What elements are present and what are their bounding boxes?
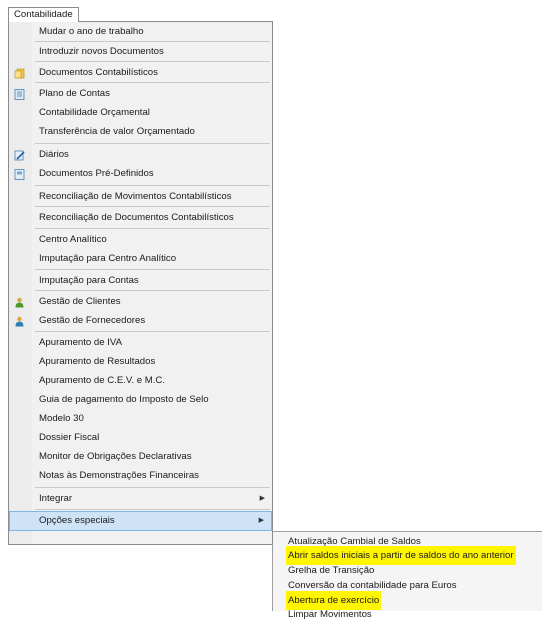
documents-icon <box>14 67 25 79</box>
menu-item-label: Apuramento de C.E.V. e M.C. <box>39 375 166 386</box>
menu-item-label: Apuramento de Resultados <box>39 356 156 367</box>
menu-separator <box>35 206 270 207</box>
menu-item-introduzir-documentos[interactable]: Introduzir novos Documentos <box>9 42 272 61</box>
menu-item-label: Monitor de Obrigações Declarativas <box>39 451 192 462</box>
menu-item-label: Contabilidade Orçamental <box>39 107 150 118</box>
menu-item-label: Mudar o ano de trabalho <box>39 26 144 37</box>
menu-item-reconciliacao-documentos[interactable]: Reconciliação de Documentos Contabilísti… <box>9 208 272 227</box>
menu-separator <box>35 331 270 332</box>
menu-item-plano-contas[interactable]: Plano de Contas <box>9 84 272 103</box>
menu-item-label: Imputação para Contas <box>39 275 139 286</box>
menu-separator <box>35 269 270 270</box>
menu-item-label: Reconciliação de Movimentos Contabilísti… <box>39 191 232 202</box>
menu-item-opcoes-especiais[interactable]: Opções especiais ▶ <box>9 511 272 531</box>
menu-item-label: Imputação para Centro Analítico <box>39 253 177 264</box>
menu-item-documentos-contabilisticos[interactable]: Documentos Contabilísticos <box>9 63 272 82</box>
submenu-item-limpar-movimentos[interactable]: Limpar Movimentos <box>273 605 542 624</box>
menu-separator <box>35 487 270 488</box>
menu-item-label: Apuramento de IVA <box>39 337 123 348</box>
menu-item-label: Gestão de Clientes <box>39 296 121 307</box>
menu-item-dossier-fiscal[interactable]: Dossier Fiscal <box>9 428 272 447</box>
submenu-arrow-icon: ▶ <box>259 495 265 502</box>
menu-separator <box>35 143 270 144</box>
customers-icon <box>14 296 25 308</box>
menu-item-transferencia-orcamentado[interactable]: Transferência de valor Orçamentado <box>9 122 272 141</box>
menu-item-mudar-ano[interactable]: Mudar o ano de trabalho <box>9 22 272 41</box>
submenu-item-label: Limpar Movimentos <box>288 609 372 620</box>
menu-item-imputacao-centro[interactable]: Imputação para Centro Analítico <box>9 249 272 268</box>
menu-item-label: Introduzir novos Documentos <box>39 46 164 57</box>
opcoes-especiais-submenu: Atualização Cambial de Saldos Abrir sald… <box>272 531 542 620</box>
menu-separator <box>35 61 270 62</box>
menu-item-label: Dossier Fiscal <box>39 432 100 443</box>
menu-item-diarios[interactable]: Diários <box>9 145 272 164</box>
menu-separator <box>35 185 270 186</box>
menu-item-apuramento-iva[interactable]: Apuramento de IVA <box>9 333 272 352</box>
menu-item-gestao-clientes[interactable]: Gestão de Clientes <box>9 292 272 311</box>
menu-item-label: Modelo 30 <box>39 413 84 424</box>
menu-item-label: Opções especiais <box>39 515 115 526</box>
menu-item-label: Plano de Contas <box>39 88 110 99</box>
predefined-docs-icon <box>14 168 25 180</box>
menu-item-apuramento-resultados[interactable]: Apuramento de Resultados <box>9 352 272 371</box>
suppliers-icon <box>14 315 25 327</box>
menu-item-label: Diários <box>39 149 69 160</box>
menu-item-apuramento-cev[interactable]: Apuramento de C.E.V. e M.C. <box>9 371 272 390</box>
menu-item-centro-analitico[interactable]: Centro Analítico <box>9 230 272 249</box>
menu-item-gestao-fornecedores[interactable]: Gestão de Fornecedores <box>9 311 272 330</box>
menu-item-label: Guia de pagamento do Imposto de Selo <box>39 394 209 405</box>
menu-item-label: Integrar <box>39 493 73 504</box>
menu-separator <box>35 82 270 83</box>
menu-separator <box>35 290 270 291</box>
menu-item-contabilidade-orcamental[interactable]: Contabilidade Orçamental <box>9 103 272 122</box>
contabilidade-menu: Mudar o ano de trabalho Introduzir novos… <box>8 21 273 545</box>
menu-item-label: Notas às Demonstrações Financeiras <box>39 470 199 481</box>
menu-separator <box>35 228 270 229</box>
menu-item-label: Centro Analítico <box>39 234 107 245</box>
menu-item-reconciliacao-movimentos[interactable]: Reconciliação de Movimentos Contabilísti… <box>9 187 272 206</box>
menu-item-integrar[interactable]: Integrar ▶ <box>9 489 272 508</box>
edit-journal-icon <box>14 149 25 161</box>
menubar-contabilidade[interactable]: Contabilidade <box>8 7 79 22</box>
menu-separator <box>35 509 270 510</box>
menu-item-label: Reconciliação de Documentos Contabilísti… <box>39 212 234 223</box>
menu-item-modelo-30[interactable]: Modelo 30 <box>9 409 272 428</box>
menu-item-documentos-predefinidos[interactable]: Documentos Pré-Definidos <box>9 164 272 183</box>
menu-item-notas-demonstracoes[interactable]: Notas às Demonstrações Financeiras <box>9 466 272 485</box>
submenu-arrow-icon: ▶ <box>258 517 264 524</box>
menu-item-monitor-obrigacoes[interactable]: Monitor de Obrigações Declarativas <box>9 447 272 466</box>
menu-item-imputacao-contas[interactable]: Imputação para Contas <box>9 271 272 290</box>
menu-item-label: Transferência de valor Orçamentado <box>39 126 195 137</box>
menu-item-label: Gestão de Fornecedores <box>39 315 146 326</box>
menu-item-label: Documentos Pré-Definidos <box>39 168 154 179</box>
menu-item-guia-imposto-selo[interactable]: Guia de pagamento do Imposto de Selo <box>9 390 272 409</box>
menu-item-label: Documentos Contabilísticos <box>39 67 158 78</box>
ledger-icon <box>14 88 25 100</box>
